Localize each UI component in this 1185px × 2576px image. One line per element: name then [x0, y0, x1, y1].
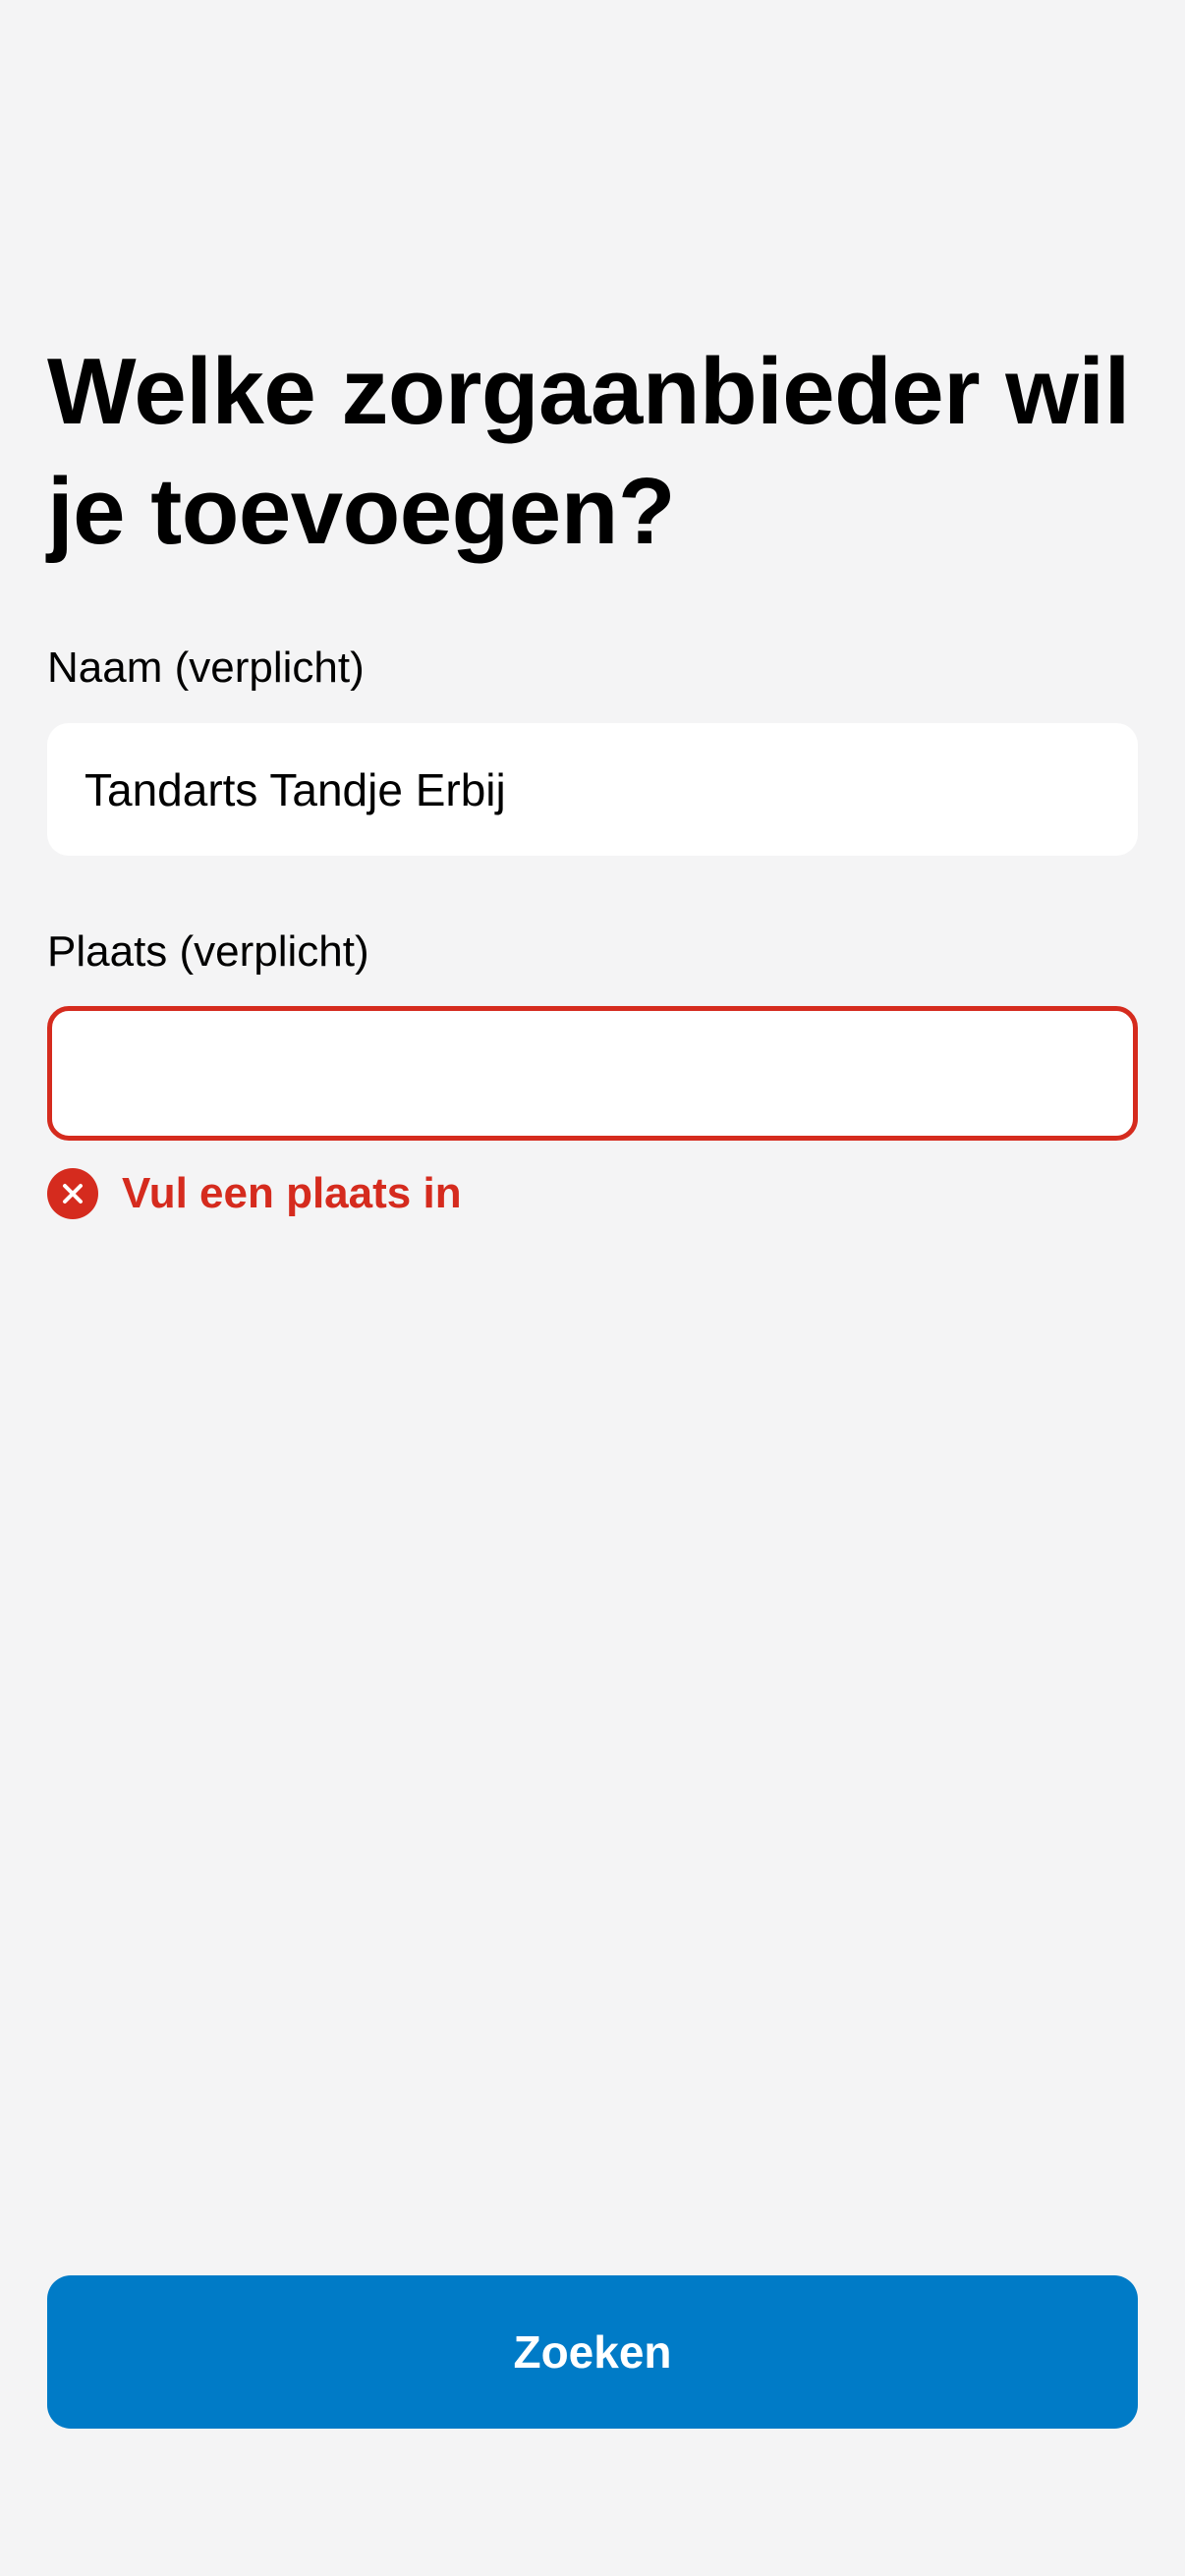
error-text: Vul een plaats in	[122, 1169, 462, 1217]
close-circle-icon	[47, 1168, 98, 1219]
plaats-label: Plaats (verplicht)	[47, 927, 369, 976]
page-title: Welke zorgaanbieder wil je toevoegen?	[47, 339, 1130, 564]
plaats-input[interactable]	[47, 1006, 1138, 1141]
naam-input[interactable]	[47, 723, 1138, 856]
plaats-error-message: Vul een plaats in	[47, 1168, 462, 1219]
search-button[interactable]: Zoeken	[47, 2275, 1138, 2429]
naam-label: Naam (verplicht)	[47, 644, 365, 692]
